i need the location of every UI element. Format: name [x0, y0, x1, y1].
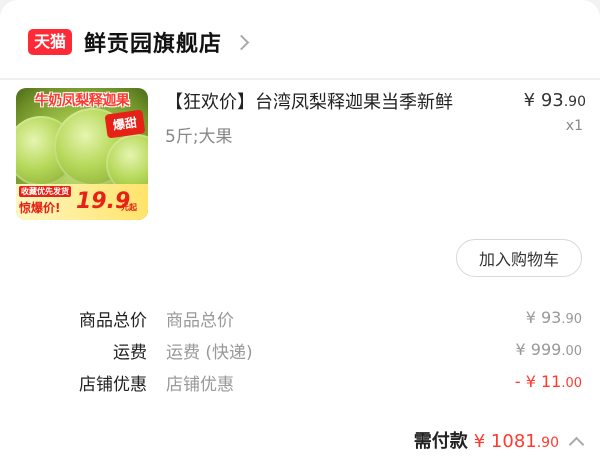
- chevron-right-icon[interactable]: [233, 34, 250, 50]
- amount-prefix: ¥: [473, 431, 491, 452]
- amount-integer: 93: [540, 308, 562, 327]
- shipping-amount: ¥ 999.00: [516, 340, 583, 359]
- tmall-badge: 天猫: [28, 29, 73, 55]
- amount-prefix: ¥: [525, 308, 541, 327]
- divider: [0, 78, 600, 80]
- image-title: 牛奶凤梨释迦果: [34, 93, 130, 109]
- amount-decimal: .00: [561, 344, 582, 359]
- add-to-cart-button[interactable]: 加入购物车: [456, 239, 582, 277]
- subtotal-label: 商品总价: [79, 311, 147, 331]
- amount-prefix: ¥: [515, 340, 531, 359]
- discount-desc: 店铺优惠: [166, 375, 234, 395]
- store-header[interactable]: 天猫 鲜贡园旗舰店: [28, 26, 250, 58]
- product-title[interactable]: 【狂欢价】台湾凤梨释迦果当季新鲜: [165, 88, 453, 114]
- discount-amount: - ¥ 11.00: [515, 372, 582, 391]
- total-amount: ¥ 1081.90: [474, 431, 559, 452]
- amount-integer: 11: [540, 372, 562, 391]
- image-price-banner: 收藏优先发货 惊爆价! 19.9 元起: [16, 184, 148, 220]
- image-price-suffix: 元起: [121, 203, 137, 212]
- product-image[interactable]: 牛奶凤梨释迦果 爆甜 收藏优先发货 惊爆价! 19.9 元起: [16, 88, 148, 220]
- image-tag: 惊爆价!: [19, 201, 61, 215]
- amount-integer: 999: [530, 340, 562, 359]
- amount-decimal: .90: [561, 312, 582, 327]
- chevron-up-icon[interactable]: [568, 436, 585, 453]
- shipping-label: 运费: [113, 343, 147, 363]
- total-label: 需付款: [413, 431, 468, 452]
- image-tag: 收藏优先发货: [19, 186, 71, 197]
- order-card: 天猫 鲜贡园旗舰店 牛奶凤梨释迦果 爆甜 收藏优先发货 惊爆价! 19.9 元起…: [0, 0, 600, 471]
- subtotal-amount: ¥ 93.90: [526, 308, 582, 327]
- subtotal-desc: 商品总价: [166, 311, 234, 331]
- price-integer: 93: [540, 90, 564, 111]
- product-quantity: x1: [565, 118, 583, 134]
- amount-decimal: .90: [536, 435, 559, 451]
- amount-integer: 1081: [490, 431, 537, 452]
- amount-prefix: - ¥: [514, 372, 541, 391]
- product-spec: 5斤;大果: [165, 127, 233, 147]
- total-row[interactable]: 需付款 ¥ 1081.90: [413, 427, 585, 453]
- price-decimal: .90: [563, 94, 586, 110]
- amount-decimal: .00: [561, 376, 582, 391]
- product-price: ¥ 93.90: [524, 90, 586, 111]
- discount-label: 店铺优惠: [79, 375, 147, 395]
- store-name[interactable]: 鲜贡园旗舰店: [84, 26, 222, 58]
- price-symbol: ¥: [523, 90, 536, 111]
- shipping-desc: 运费 (快递): [166, 343, 253, 363]
